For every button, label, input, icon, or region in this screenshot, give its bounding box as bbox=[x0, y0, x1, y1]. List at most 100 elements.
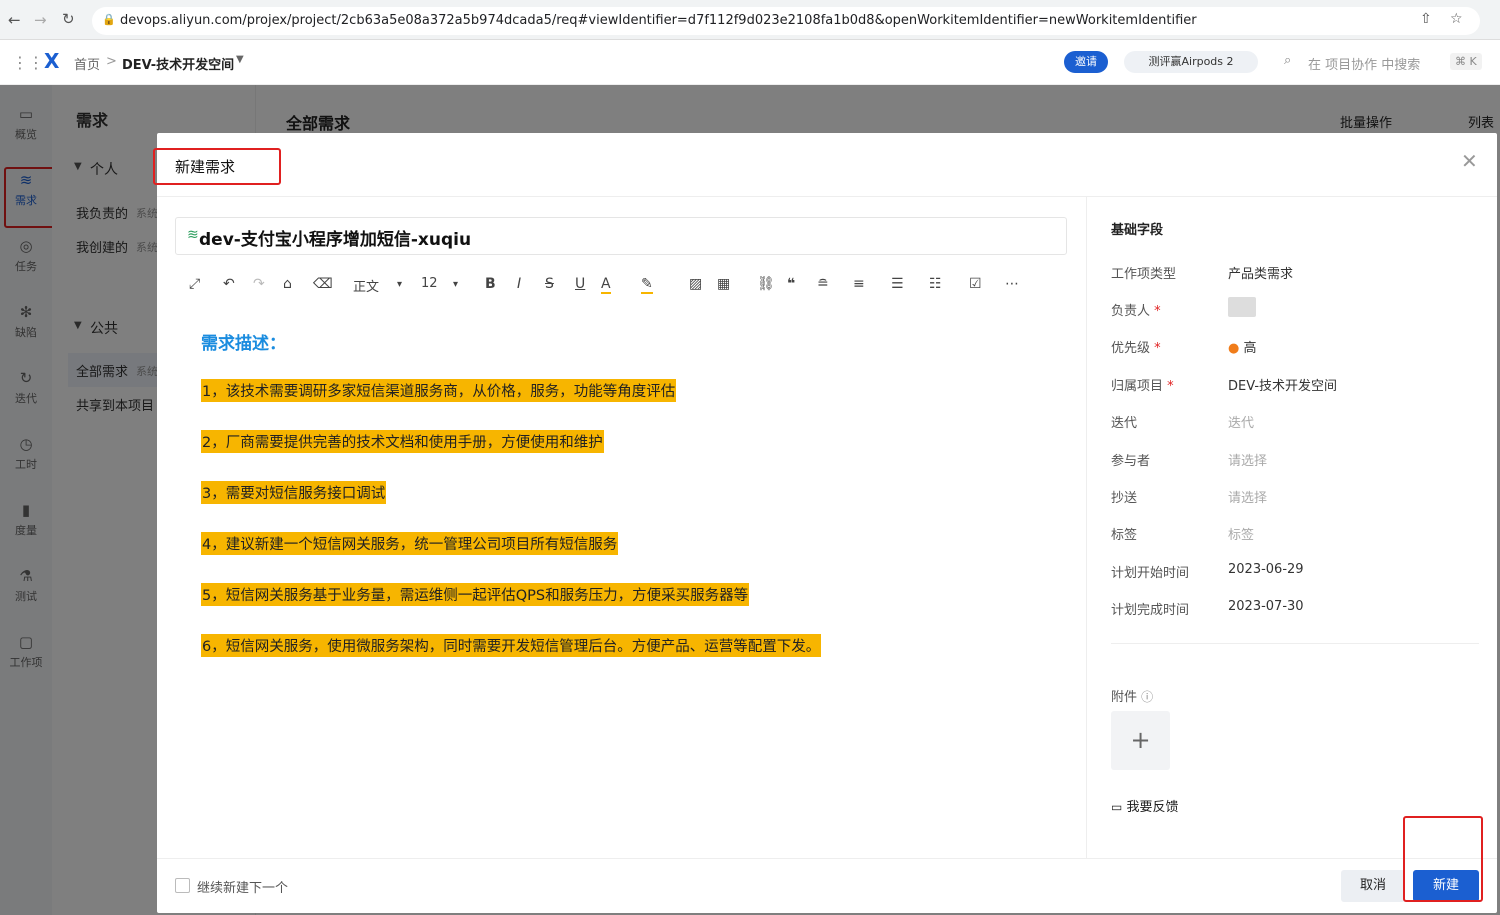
align-icon[interactable]: ≡ bbox=[853, 276, 865, 292]
url-text: devops.aliyun.com/projex/project/2cb63a5… bbox=[120, 13, 1197, 28]
ordered-list-icon[interactable]: ☷ bbox=[929, 276, 942, 292]
add-attachment-button[interactable]: + bbox=[1111, 711, 1170, 770]
label-text: 附件 bbox=[1111, 690, 1138, 705]
field-label-iteration: 迭代 bbox=[1111, 416, 1138, 431]
description-heading: 需求描述： bbox=[201, 334, 286, 354]
assignee-avatar[interactable] bbox=[1228, 297, 1256, 317]
global-search-input[interactable]: 在 项目协作 中搜索 bbox=[1308, 54, 1420, 73]
field-value-type[interactable]: 产品类需求 bbox=[1228, 263, 1293, 282]
lock-icon: 🔒 bbox=[102, 13, 116, 26]
label-text: 负责人 bbox=[1111, 304, 1151, 319]
cancel-button[interactable]: 取消 bbox=[1341, 870, 1405, 902]
close-icon[interactable]: ✕ bbox=[1461, 149, 1478, 173]
feedback-link[interactable]: ▭ 我要反馈 bbox=[1111, 796, 1179, 815]
redo-icon[interactable]: ↷ bbox=[253, 276, 265, 292]
field-value-plan-end[interactable]: 2023-07-30 bbox=[1228, 599, 1304, 614]
required-mark: * bbox=[1167, 379, 1174, 394]
more-icon[interactable]: ⋯ bbox=[1005, 276, 1019, 292]
dialog-footer bbox=[157, 858, 1497, 913]
invite-button[interactable]: 邀请 bbox=[1064, 51, 1108, 73]
search-icon[interactable]: ⌕ bbox=[1284, 53, 1291, 68]
logo-icon[interactable]: X bbox=[44, 49, 59, 73]
description-paragraph: 6，短信网关服务，使用微服务架构，同时需要开发短信管理后台。方便产品、运营等配置… bbox=[201, 634, 822, 657]
field-value-plan-start[interactable]: 2023-06-29 bbox=[1228, 562, 1304, 577]
reload-icon[interactable]: ↻ bbox=[62, 10, 75, 28]
field-label-type: 工作项类型 bbox=[1111, 267, 1177, 282]
required-mark: * bbox=[1154, 341, 1161, 356]
field-value-cc[interactable]: 请选择 bbox=[1228, 487, 1267, 506]
italic-icon[interactable]: I bbox=[517, 276, 521, 292]
apps-grid-icon[interactable]: ⋮⋮ bbox=[12, 53, 44, 72]
description-paragraph: 3，需要对短信服务接口调试 bbox=[201, 481, 387, 504]
field-label-plan-end: 计划完成时间 bbox=[1111, 603, 1190, 618]
image-icon[interactable]: ▨ bbox=[689, 276, 702, 292]
eraser-icon[interactable]: ⌫ bbox=[313, 276, 333, 292]
required-mark: * bbox=[1154, 304, 1161, 319]
label-text: 归属项目 bbox=[1111, 379, 1164, 394]
section-title: 基础字段 bbox=[1111, 223, 1164, 238]
underline-icon[interactable]: U bbox=[575, 276, 585, 292]
top-nav: ⋮⋮ X 首页 > DEV-技术开发空间 ▼ 邀请 测评赢Airpods 2 ⌕… bbox=[0, 40, 1500, 85]
help-icon[interactable]: ⓘ bbox=[1141, 690, 1153, 704]
forward-icon[interactable]: → bbox=[34, 11, 47, 29]
promo-button[interactable]: 测评赢Airpods 2 bbox=[1124, 51, 1258, 73]
title-value: dev-支付宝小程序增加短信-xuqiu bbox=[199, 230, 472, 250]
field-label-plan-start: 计划开始时间 bbox=[1111, 566, 1190, 581]
description-paragraph: 4，建议新建一个短信网关服务，统一管理公司项目所有短信服务 bbox=[201, 532, 619, 555]
field-label-project: 归属项目 * bbox=[1111, 375, 1174, 394]
field-label-tags: 标签 bbox=[1111, 528, 1138, 543]
link-icon[interactable]: ⛓ bbox=[757, 276, 775, 292]
chevron-down-icon[interactable]: ▼ bbox=[236, 54, 244, 65]
annotation-highlight-create bbox=[1403, 816, 1483, 902]
new-requirement-dialog: 新建需求 ✕ ≋ dev-支付宝小程序增加短信-xuqiu ⤢ ↶ ↷ ⌂ ⌫ … bbox=[153, 133, 1497, 913]
field-label-priority: 优先级 * bbox=[1111, 337, 1161, 356]
description-paragraph: 1，该技术需要调研多家短信渠道服务商，从价格，服务，功能等角度评估 bbox=[201, 379, 677, 402]
checkbox-icon[interactable]: ☑ bbox=[969, 276, 982, 292]
field-value-priority[interactable]: ● 高 bbox=[1228, 337, 1257, 356]
attachment-label: 附件 ⓘ bbox=[1111, 686, 1153, 705]
paragraph-style-select[interactable]: 正文 bbox=[353, 276, 379, 295]
breadcrumb-home[interactable]: 首页 bbox=[74, 54, 100, 73]
format-painter-icon[interactable]: ⌂ bbox=[283, 276, 292, 292]
highlight-icon[interactable]: ✎ bbox=[641, 276, 653, 294]
field-value-tags[interactable]: 标签 bbox=[1228, 524, 1254, 543]
shortcut-badge: ⌘ K bbox=[1450, 53, 1482, 70]
layers-icon: ≋ bbox=[187, 227, 199, 243]
strikethrough-icon[interactable]: S bbox=[545, 276, 554, 292]
continue-checkbox[interactable] bbox=[175, 878, 190, 893]
label-text: 优先级 bbox=[1111, 341, 1151, 356]
field-label-participants: 参与者 bbox=[1111, 454, 1151, 469]
breadcrumb-space[interactable]: DEV-技术开发空间 bbox=[122, 54, 234, 73]
chevron-down-icon[interactable]: ▾ bbox=[397, 279, 402, 290]
field-value-participants[interactable]: 请选择 bbox=[1228, 450, 1267, 469]
description-paragraph: 2，厂商需要提供完善的技术文档和使用手册，方便使用和维护 bbox=[201, 430, 604, 453]
undo-icon[interactable]: ↶ bbox=[223, 276, 235, 292]
bullet-list-icon[interactable]: ☰ bbox=[891, 276, 904, 292]
breadcrumb-sep: > bbox=[106, 54, 117, 69]
font-color-icon[interactable]: A bbox=[601, 276, 611, 294]
fields-panel: 基础字段 工作项类型 产品类需求 负责人 * 优先级 * ● 高 归属项目 * … bbox=[1086, 197, 1497, 858]
annotation-highlight-title bbox=[153, 148, 281, 185]
field-value-project[interactable]: DEV-技术开发空间 bbox=[1228, 375, 1337, 394]
divider-icon[interactable]: ≘ bbox=[817, 276, 829, 292]
field-value-iteration[interactable]: 迭代 bbox=[1228, 412, 1254, 431]
bold-icon[interactable]: B bbox=[485, 276, 496, 292]
editor-toolbar: ⤢ ↶ ↷ ⌂ ⌫ 正文 ▾ 12 ▾ B I S U A ✎ ▨ ▦ ⛓ ❝ … bbox=[185, 273, 1035, 299]
star-icon[interactable]: ☆ bbox=[1450, 11, 1463, 27]
browser-bar: ← → ↻ 🔒 devops.aliyun.com/projex/project… bbox=[0, 0, 1500, 40]
priority-dot-icon: ● bbox=[1228, 341, 1240, 356]
priority-text: 高 bbox=[1243, 341, 1257, 356]
chevron-down-icon[interactable]: ▾ bbox=[453, 279, 458, 290]
field-label-cc: 抄送 bbox=[1111, 491, 1138, 506]
feedback-text: 我要反馈 bbox=[1126, 800, 1179, 815]
table-icon[interactable]: ▦ bbox=[717, 276, 730, 292]
continue-label: 继续新建下一个 bbox=[197, 881, 289, 896]
field-label-assignee: 负责人 * bbox=[1111, 300, 1161, 319]
font-size-select[interactable]: 12 bbox=[421, 276, 438, 291]
expand-icon[interactable]: ⤢ bbox=[189, 276, 200, 292]
comment-icon: ▭ bbox=[1111, 800, 1123, 814]
dialog-header bbox=[157, 133, 1497, 197]
share-icon[interactable]: ⇧ bbox=[1420, 11, 1432, 27]
back-icon[interactable]: ← bbox=[8, 11, 21, 29]
quote-icon[interactable]: ❝ bbox=[787, 276, 795, 292]
